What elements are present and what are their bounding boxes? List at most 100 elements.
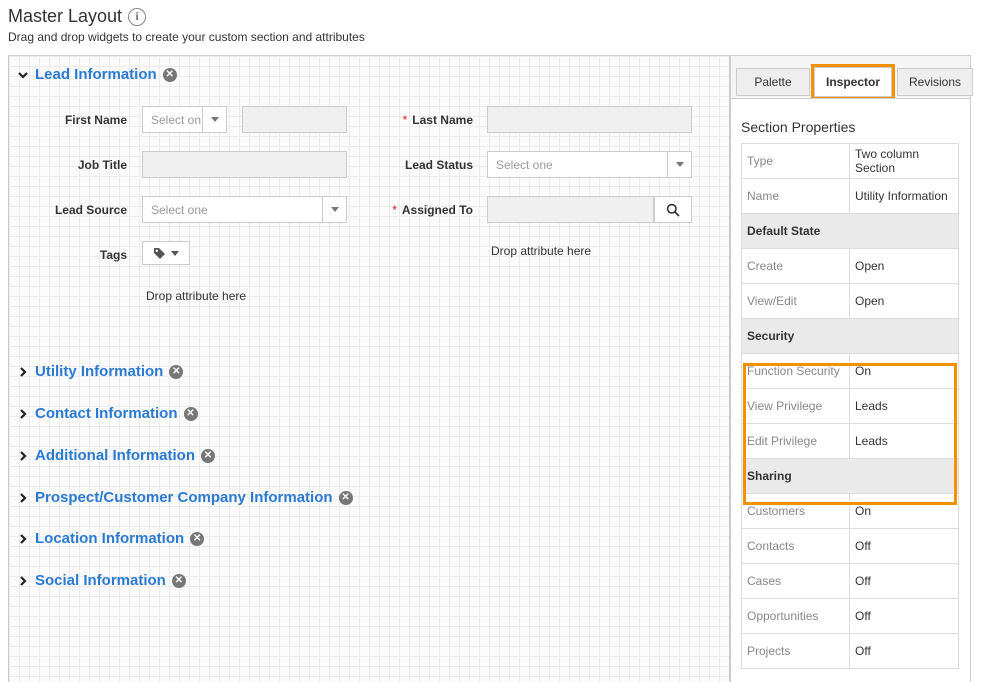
section-title[interactable]: Location Information <box>35 530 184 547</box>
section-social-information[interactable]: Social Information ✕ <box>17 572 186 589</box>
search-icon <box>666 203 680 217</box>
job-title-label: Job Title <box>77 158 127 172</box>
page-title: Master Layout <box>8 6 123 26</box>
property-row: Function Security On <box>741 353 959 389</box>
last-name-input[interactable] <box>487 106 692 133</box>
panel-body: Section Properties Type Two column Sectio… <box>731 98 970 682</box>
section-title[interactable]: Prospect/Customer Company Information <box>35 489 333 506</box>
chevron-down-icon[interactable] <box>17 69 29 81</box>
first-name-label: First Name <box>64 113 127 127</box>
page-subtitle: Drag and drop widgets to create your cus… <box>8 30 365 44</box>
property-value[interactable]: On <box>849 493 959 529</box>
page-header: Master Layout i Drag and drop widgets to… <box>8 6 365 44</box>
property-row: Customers On <box>741 493 959 529</box>
section-prospect-customer-company-information[interactable]: Prospect/Customer Company Information ✕ <box>17 489 353 506</box>
info-icon[interactable]: i <box>128 7 147 26</box>
section-title[interactable]: Lead Information <box>35 66 157 83</box>
property-value[interactable]: Off <box>849 563 959 599</box>
tags-label: Tags <box>99 248 127 262</box>
property-value[interactable]: Open <box>849 248 959 284</box>
remove-icon[interactable]: ✕ <box>162 67 177 82</box>
group-title: Sharing <box>741 458 959 494</box>
remove-icon[interactable]: ✕ <box>171 573 186 588</box>
property-key: View/Edit <box>741 283 850 319</box>
property-key: Function Security <box>741 353 850 389</box>
first-name-input[interactable] <box>242 106 347 133</box>
section-additional-information[interactable]: Additional Information ✕ <box>17 447 215 464</box>
property-row: Opportunities Off <box>741 598 959 634</box>
property-row: Create Open <box>741 248 959 284</box>
tags-button[interactable] <box>142 241 190 265</box>
section-location-information[interactable]: Location Information ✕ <box>17 530 205 547</box>
property-value[interactable]: Leads <box>849 423 959 459</box>
chevron-down-icon <box>171 250 179 256</box>
chevron-down-icon <box>322 197 346 222</box>
drop-zone-left[interactable]: Drop attribute here <box>146 289 246 303</box>
section-title[interactable]: Social Information <box>35 572 166 589</box>
assigned-to-label: * Assigned To <box>392 203 473 217</box>
property-value[interactable]: Off <box>849 528 959 564</box>
property-key: Type <box>741 143 850 179</box>
group-title: Default State <box>741 213 959 249</box>
property-key: Customers <box>741 493 850 529</box>
property-group: Sharing <box>741 458 959 494</box>
property-key: Cases <box>741 563 850 599</box>
section-lead-information[interactable]: Lead Information ✕ <box>17 66 177 83</box>
assigned-to-input[interactable] <box>487 196 654 223</box>
job-title-input[interactable] <box>142 151 347 178</box>
lead-source-label: Lead Source <box>54 203 127 217</box>
chevron-down-icon <box>202 107 226 132</box>
section-title[interactable]: Utility Information <box>35 363 163 380</box>
property-key: Contacts <box>741 528 850 564</box>
property-row: Cases Off <box>741 563 959 599</box>
chevron-right-icon[interactable] <box>17 575 29 587</box>
drop-zone-right[interactable]: Drop attribute here <box>491 244 591 258</box>
chevron-down-icon <box>667 152 691 177</box>
lead-status-select[interactable]: Select one <box>487 151 692 178</box>
property-value[interactable]: Off <box>849 598 959 634</box>
layout-canvas[interactable]: Lead Information ✕ First Name Select on … <box>8 55 730 682</box>
section-utility-information[interactable]: Utility Information ✕ <box>17 363 184 380</box>
tab-inspector[interactable]: Inspector <box>811 64 895 100</box>
chevron-right-icon[interactable] <box>17 450 29 462</box>
remove-icon[interactable]: ✕ <box>190 531 205 546</box>
remove-icon[interactable]: ✕ <box>338 490 353 505</box>
chevron-right-icon[interactable] <box>17 366 29 378</box>
chevron-right-icon[interactable] <box>17 408 29 420</box>
tab-revisions[interactable]: Revisions <box>897 68 973 96</box>
property-key: Edit Privilege <box>741 423 850 459</box>
inspector-panel: Palette Inspector Revisions Section Prop… <box>730 55 973 682</box>
first-name-salutation-select[interactable]: Select on <box>142 106 227 133</box>
remove-icon[interactable]: ✕ <box>183 406 198 421</box>
property-value[interactable]: Utility Information <box>849 178 959 214</box>
property-row: View/Edit Open <box>741 283 959 319</box>
property-row: Contacts Off <box>741 528 959 564</box>
panel-tabs: Palette Inspector Revisions <box>736 64 975 100</box>
section-properties-title: Section Properties <box>741 119 856 135</box>
property-value[interactable]: On <box>849 353 959 389</box>
lead-source-select[interactable]: Select one <box>142 196 347 223</box>
chevron-right-icon[interactable] <box>17 533 29 545</box>
section-contact-information[interactable]: Contact Information ✕ <box>17 405 198 422</box>
tag-icon <box>154 247 165 259</box>
property-key: Name <box>741 178 850 214</box>
property-value[interactable]: Off <box>849 633 959 669</box>
last-name-label: * Last Name <box>402 113 473 127</box>
property-key: View Privilege <box>741 388 850 424</box>
property-value[interactable]: Two column Section <box>849 143 959 179</box>
remove-icon[interactable]: ✕ <box>169 364 184 379</box>
group-title: Security <box>741 318 959 354</box>
property-value[interactable]: Leads <box>849 388 959 424</box>
property-key: Create <box>741 248 850 284</box>
lead-status-label: Lead Status <box>404 158 473 172</box>
property-key: Projects <box>741 633 850 669</box>
remove-icon[interactable]: ✕ <box>200 448 215 463</box>
section-title[interactable]: Contact Information <box>35 405 178 422</box>
tab-palette[interactable]: Palette <box>736 68 810 96</box>
property-key: Opportunities <box>741 598 850 634</box>
assigned-to-search-button[interactable] <box>654 196 692 223</box>
chevron-right-icon[interactable] <box>17 492 29 504</box>
property-row: Edit Privilege Leads <box>741 423 959 459</box>
property-value[interactable]: Open <box>849 283 959 319</box>
section-title[interactable]: Additional Information <box>35 447 195 464</box>
